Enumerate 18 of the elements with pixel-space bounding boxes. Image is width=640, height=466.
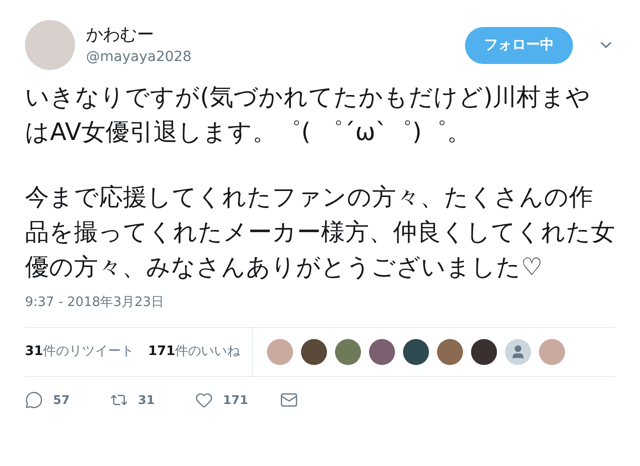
default-avatar-icon[interactable]	[505, 338, 532, 364]
display-name[interactable]: かわむー	[86, 23, 192, 47]
tweet-timestamp[interactable]: 9:37 - 2018年3月23日	[25, 293, 615, 312]
stat-count[interactable]: 171件のいいね	[148, 342, 240, 362]
avatar-placeholder[interactable]	[471, 338, 498, 364]
stat-count[interactable]: 31件のリツイート	[25, 342, 134, 362]
action-count: 31	[138, 392, 155, 408]
action-count: 171	[223, 392, 248, 408]
tweet-text: 今まで応援してくれたファンの方々、たくさんの作品を撮ってくれたメーカー様方、仲良くしてくれた女優の方々、みなさんありがとうございました♡	[25, 182, 615, 283]
envelope-icon[interactable]	[280, 390, 298, 408]
avatar-placeholder[interactable]	[403, 338, 430, 364]
reply-icon[interactable]	[25, 390, 43, 408]
user-handle[interactable]: @mayaya2028	[86, 47, 192, 67]
avatar-placeholder[interactable]	[301, 338, 328, 364]
heart-icon[interactable]	[195, 390, 213, 408]
tweet-text: いきなりですが(気づかれてたかもだけど)川村まやはAV女優引退します。゜( ゜´ω`゜)゜。	[25, 82, 592, 148]
avatar-placeholder[interactable]	[369, 338, 396, 364]
action-count: 57	[53, 392, 70, 408]
